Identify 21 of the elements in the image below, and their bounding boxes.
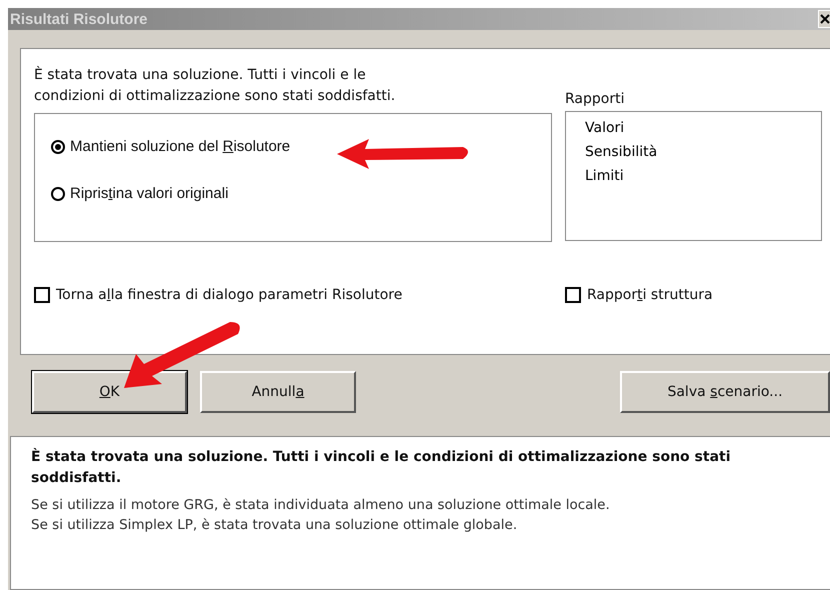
checkbox[interactable] [34, 287, 50, 303]
checkbox[interactable] [565, 287, 581, 303]
checkbox-option[interactable]: Torna alla finestra di dialogo parametri Risolutore [34, 287, 565, 303]
list-item[interactable]: Sensibilità [582, 140, 821, 164]
radio-button[interactable] [51, 186, 65, 200]
list-item[interactable]: Limiti [582, 164, 821, 188]
list-item[interactable]: Valori [582, 116, 821, 140]
dialog-button[interactable]: Annulla [200, 371, 356, 413]
description-text: Se si utilizza il motore GRG, è stata individuata almeno una soluzione ottimale locale. Se si utilizza Simplex LP, è stata trovata una soluzione ottimale globale. [31, 496, 611, 535]
dialog-button[interactable]: Salva scenario... [620, 371, 830, 413]
radio-button[interactable] [51, 140, 65, 154]
dialog-button[interactable]: OK [32, 371, 187, 413]
description-title: È stata trovata una soluzione. Tutti i vincoli e le condizioni di ottimalizzazione sono stati soddisfatti. [31, 447, 732, 488]
reports-label: Rapporti [565, 91, 626, 107]
close-icon [820, 13, 830, 25]
window-title: Risultati Risolutore [9, 10, 148, 28]
close-button[interactable] [818, 10, 830, 28]
result-message: È stata trovata una soluzione. Tutti i vincoli e le condizioni di ottimalizzazione sono stati soddisfatti. [34, 65, 396, 106]
radio-option[interactable]: Mantieni soluzione del Risolutore [51, 138, 551, 155]
radio-option[interactable]: Ripristina valori originali [51, 185, 551, 202]
checkbox-option[interactable]: Rapporti struttura [565, 287, 713, 303]
